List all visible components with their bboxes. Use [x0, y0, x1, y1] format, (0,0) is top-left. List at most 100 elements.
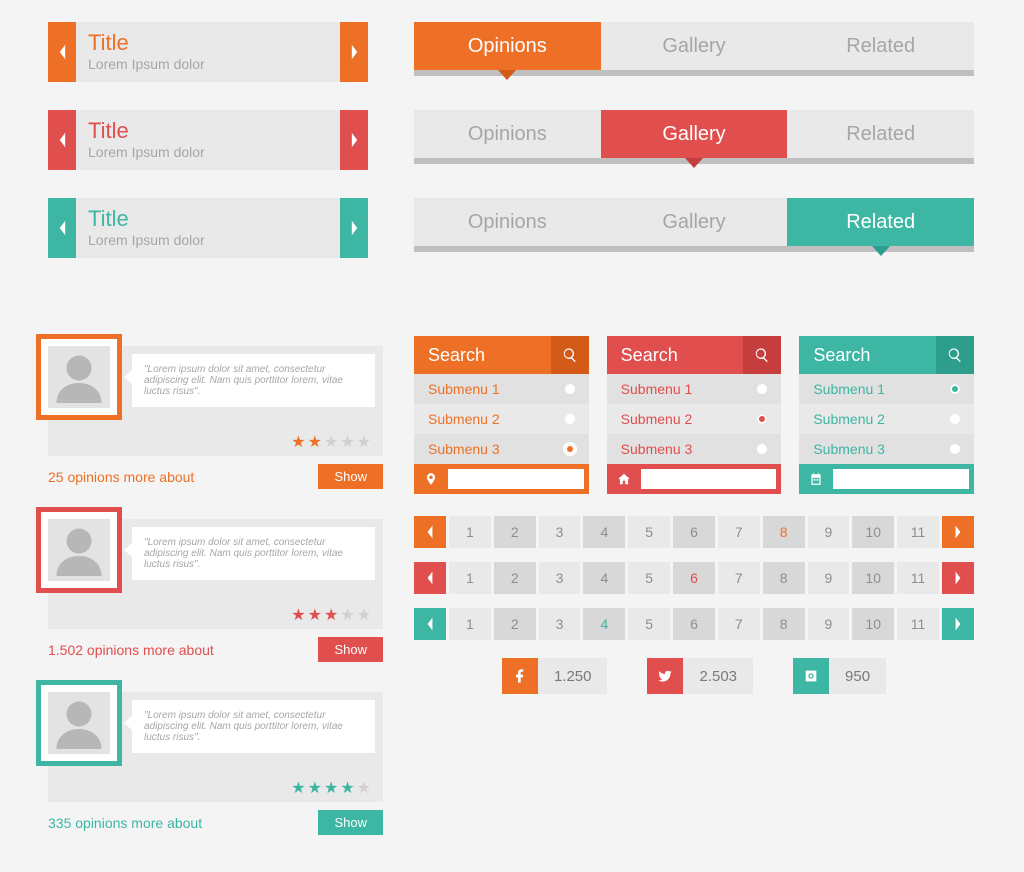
radio-icon[interactable]: [950, 414, 960, 424]
radio-icon[interactable]: [757, 444, 767, 454]
tab-related[interactable]: Related: [787, 198, 974, 246]
tab-related[interactable]: Related: [787, 110, 974, 158]
page-number[interactable]: 11: [897, 516, 939, 548]
tab-gallery[interactable]: Gallery: [601, 22, 788, 70]
page-number[interactable]: 6: [673, 562, 715, 594]
page-prev-icon[interactable]: [414, 608, 446, 640]
page-number[interactable]: 9: [808, 562, 850, 594]
submenu-item[interactable]: Submenu 3: [414, 434, 589, 464]
radio-icon[interactable]: [565, 414, 575, 424]
slider-prev-icon[interactable]: [48, 198, 76, 258]
submenu-item[interactable]: Submenu 3: [607, 434, 782, 464]
tab-gallery[interactable]: Gallery: [601, 110, 788, 158]
submenu-item[interactable]: Submenu 1: [607, 374, 782, 404]
title-slider-orange: Title Lorem Ipsum dolor: [48, 22, 368, 82]
page-number[interactable]: 10: [852, 516, 894, 548]
page-number[interactable]: 3: [539, 608, 581, 640]
search-icon[interactable]: [743, 336, 781, 374]
search-input[interactable]: [833, 469, 969, 489]
avatar: [36, 680, 122, 766]
page-number[interactable]: 7: [718, 516, 760, 548]
page-number[interactable]: 11: [897, 608, 939, 640]
slider-next-icon[interactable]: [340, 198, 368, 258]
tab-bar-orange: OpinionsGalleryRelated: [414, 22, 974, 70]
page-number[interactable]: 2: [494, 608, 536, 640]
page-number[interactable]: 4: [583, 562, 625, 594]
tab-bar-teal: OpinionsGalleryRelated: [414, 198, 974, 246]
page-number[interactable]: 5: [628, 562, 670, 594]
menu-search-bar: [414, 464, 589, 494]
page-number[interactable]: 7: [718, 562, 760, 594]
search-input[interactable]: [641, 469, 777, 489]
menu-title: Search: [607, 336, 744, 374]
page-number[interactable]: 6: [673, 608, 715, 640]
show-button[interactable]: Show: [318, 810, 383, 835]
submenu-item[interactable]: Submenu 2: [607, 404, 782, 434]
page-number[interactable]: 1: [449, 562, 491, 594]
page-number[interactable]: 5: [628, 516, 670, 548]
page-number[interactable]: 10: [852, 608, 894, 640]
menu-title: Search: [414, 336, 551, 374]
submenu-item[interactable]: Submenu 2: [414, 404, 589, 434]
radio-icon[interactable]: [950, 384, 960, 394]
radio-icon[interactable]: [757, 384, 767, 394]
page-number[interactable]: 1: [449, 608, 491, 640]
page-number[interactable]: 5: [628, 608, 670, 640]
page-number[interactable]: 6: [673, 516, 715, 548]
social-twitter[interactable]: 2.503: [647, 658, 753, 694]
submenu-item[interactable]: Submenu 3: [799, 434, 974, 464]
page-number[interactable]: 3: [539, 562, 581, 594]
radio-icon[interactable]: [950, 444, 960, 454]
page-next-icon[interactable]: [942, 608, 974, 640]
slider-subtitle: Lorem Ipsum dolor: [88, 144, 328, 160]
page-next-icon[interactable]: [942, 516, 974, 548]
social-count: 1.250: [538, 658, 608, 694]
pagination-red: 1234567891011: [414, 562, 974, 594]
page-number[interactable]: 10: [852, 562, 894, 594]
slider-next-icon[interactable]: [340, 22, 368, 82]
page-number[interactable]: 7: [718, 608, 760, 640]
social-instagram[interactable]: 950: [793, 658, 886, 694]
page-next-icon[interactable]: [942, 562, 974, 594]
page-number[interactable]: 4: [583, 608, 625, 640]
tab-opinions[interactable]: Opinions: [414, 110, 601, 158]
pagination-orange: 1234567891011: [414, 516, 974, 548]
page-number[interactable]: 9: [808, 608, 850, 640]
page-number[interactable]: 8: [763, 562, 805, 594]
page-prev-icon[interactable]: [414, 516, 446, 548]
slider-next-icon[interactable]: [340, 110, 368, 170]
pagination-teal: 1234567891011: [414, 608, 974, 640]
tab-related[interactable]: Related: [787, 22, 974, 70]
radio-icon[interactable]: [757, 414, 767, 424]
radio-icon[interactable]: [565, 444, 575, 454]
tab-gallery[interactable]: Gallery: [601, 198, 788, 246]
slider-title: Title: [88, 32, 328, 54]
page-number[interactable]: 9: [808, 516, 850, 548]
page-number[interactable]: 2: [494, 562, 536, 594]
tab-opinions[interactable]: Opinions: [414, 22, 601, 70]
tab-opinions[interactable]: Opinions: [414, 198, 601, 246]
show-button[interactable]: Show: [318, 637, 383, 662]
page-number[interactable]: 11: [897, 562, 939, 594]
menu-search-bar: [799, 464, 974, 494]
opinion-card: "Lorem ipsum dolor sit amet, consectetur…: [48, 346, 383, 489]
page-number[interactable]: 2: [494, 516, 536, 548]
opinion-footer: 25 opinions more about: [48, 469, 194, 485]
page-prev-icon[interactable]: [414, 562, 446, 594]
page-number[interactable]: 1: [449, 516, 491, 548]
show-button[interactable]: Show: [318, 464, 383, 489]
page-number[interactable]: 3: [539, 516, 581, 548]
search-icon[interactable]: [936, 336, 974, 374]
page-number[interactable]: 4: [583, 516, 625, 548]
search-icon[interactable]: [551, 336, 589, 374]
slider-prev-icon[interactable]: [48, 22, 76, 82]
social-facebook[interactable]: 1.250: [502, 658, 608, 694]
submenu-item[interactable]: Submenu 1: [414, 374, 589, 404]
submenu-item[interactable]: Submenu 1: [799, 374, 974, 404]
radio-icon[interactable]: [565, 384, 575, 394]
search-input[interactable]: [448, 469, 584, 489]
page-number[interactable]: 8: [763, 516, 805, 548]
page-number[interactable]: 8: [763, 608, 805, 640]
submenu-item[interactable]: Submenu 2: [799, 404, 974, 434]
slider-prev-icon[interactable]: [48, 110, 76, 170]
